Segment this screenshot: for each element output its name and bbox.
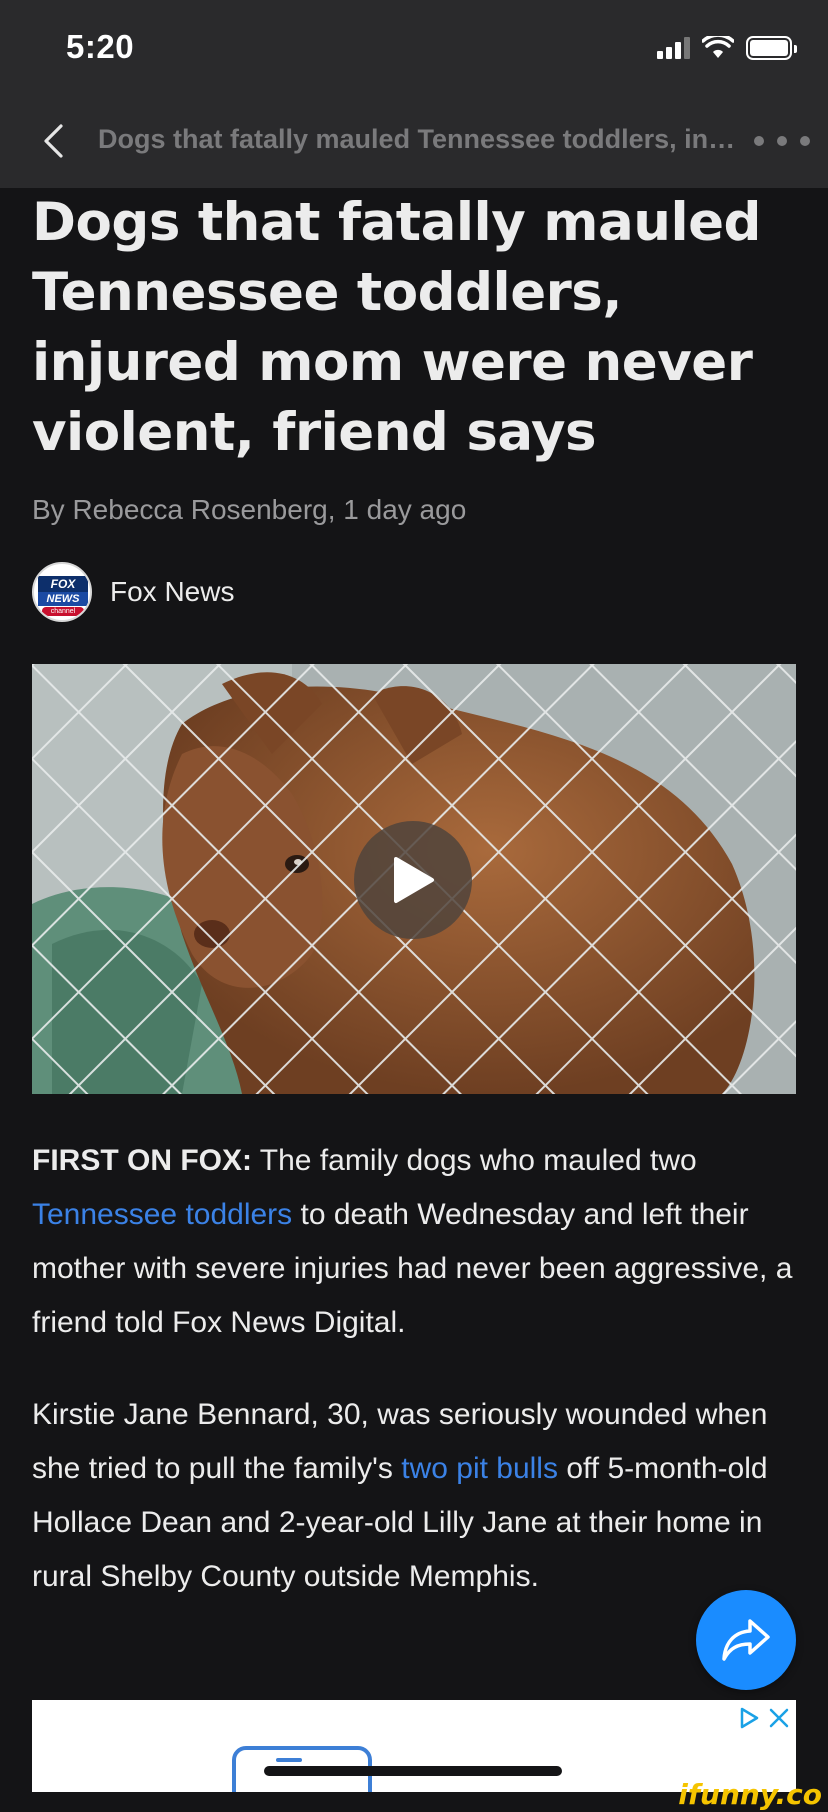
status-time: 5:20 [66,28,135,65]
article-headline: Dogs that fatally mauled Tennessee toddl… [32,192,762,463]
nav-title: Dogs that fatally mauled Tennessee toddl… [98,124,738,154]
close-icon[interactable] [768,1707,790,1729]
tennessee-toddlers-link[interactable]: Tennessee toddlers [32,1198,292,1231]
status-icons [657,36,797,60]
logo-text-news: NEWS [38,592,88,606]
status-bar: 5:20 [0,0,828,94]
home-indicator [264,1766,562,1776]
article-byline: By Rebecca Rosenberg, 1 day ago [32,494,467,525]
more-dot-icon [754,136,764,146]
battery-icon [746,36,797,60]
play-icon [394,857,434,903]
source-row[interactable]: FOX NEWS channel Fox News [32,562,234,622]
share-arrow-icon [722,1619,770,1661]
article-paragraph-1: FIRST ON FOX: The family dogs who mauled… [32,1134,802,1350]
two-pit-bulls-link[interactable]: two pit bulls [401,1452,558,1485]
fox-news-logo: FOX NEWS channel [32,562,92,622]
nav-bar: Dogs that fatally mauled Tennessee toddl… [0,94,828,188]
logo-text-channel: channel [42,607,84,616]
lead-label: FIRST ON FOX: [32,1144,252,1177]
ad-controls [738,1706,790,1730]
play-button[interactable] [354,821,472,939]
cellular-signal-icon [657,37,690,59]
share-button[interactable] [696,1590,796,1690]
paragraph-text: The family dogs who mauled two [252,1144,697,1177]
logo-text-fox: FOX [38,576,88,592]
adchoices-icon[interactable] [738,1706,760,1730]
video-player[interactable] [32,664,796,1094]
more-dot-icon [800,136,810,146]
article-paragraph-2: Kirstie Jane Bennard, 30, was seriously … [32,1388,802,1604]
back-button[interactable] [30,118,76,164]
wifi-icon [702,36,734,58]
more-options-button[interactable] [754,126,810,156]
ifunny-watermark: ifunny.co [678,1778,822,1811]
source-name: Fox News [110,576,235,607]
chevron-left-icon [44,124,63,158]
more-dot-icon [777,136,787,146]
